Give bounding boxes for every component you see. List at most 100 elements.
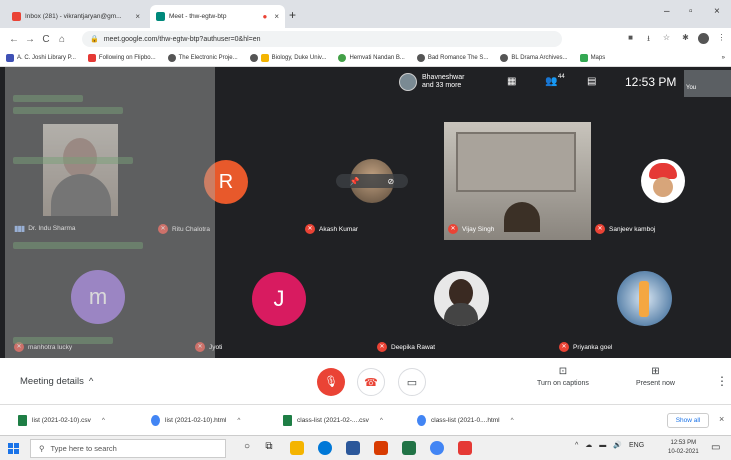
captions-button[interactable]: ⊡ Turn on captions <box>537 366 589 387</box>
tab-close-button[interactable]: × <box>274 12 279 21</box>
participant-label: ✕ Deepika Rawat <box>377 342 435 352</box>
url-field[interactable]: 🔒 meet.google.com/thw-egtw-btp?authuser=… <box>82 31 562 47</box>
bookmark-item[interactable]: A. C. Joshi Library P... <box>0 54 82 62</box>
bookmark-item[interactable]: Following on Flipbo... <box>82 54 162 62</box>
participant-label: ✕ Vijay Singh <box>448 224 494 234</box>
pdf-reader-icon[interactable] <box>458 441 472 455</box>
bookmark-favicon-icon <box>6 54 14 62</box>
show-all-downloads-button[interactable]: Show all <box>667 413 709 428</box>
mic-toggle-button[interactable]: 🎙 <box>317 368 345 396</box>
taskbar-search-input[interactable]: ⚲ Type here to search <box>30 439 226 458</box>
download-item[interactable]: list (2021-02-10).html ^ <box>151 415 240 426</box>
bookmark-item[interactable]: Maps <box>574 54 612 62</box>
extensions-icon[interactable]: ✱ <box>680 33 691 44</box>
task-view-icon[interactable]: ⧉ <box>262 441 276 455</box>
edge-icon[interactable] <box>318 441 332 455</box>
bookmark-favicon-icon <box>87 54 96 62</box>
language-indicator[interactable]: ENG <box>629 442 644 449</box>
overlay-row <box>13 157 133 164</box>
windows-taskbar: ⚲ Type here to search ○ ⧉ ^ ☁ ▬ 🔊 ENG 12… <box>0 435 731 460</box>
chevron-up-icon[interactable]: ^ <box>575 442 578 449</box>
bookmark-item[interactable]: BL Drama Archives... <box>494 54 573 62</box>
minimize-button[interactable]: – <box>664 6 670 17</box>
presenter-chip[interactable]: Bhavneshwar and 33 more <box>399 73 464 91</box>
windows-start-icon[interactable] <box>8 443 19 454</box>
more-bookmarks-icon[interactable]: » <box>716 55 731 61</box>
new-tab-button[interactable]: + <box>289 8 296 22</box>
cortana-icon[interactable]: ○ <box>240 441 254 455</box>
avatar <box>641 159 685 203</box>
present-now-button[interactable]: ⊞ Present now <box>636 366 675 387</box>
word-icon[interactable] <box>346 441 360 455</box>
chat-icon[interactable]: ▤ <box>587 76 596 87</box>
menu-dots-icon[interactable]: ⋮ <box>716 33 727 44</box>
chevron-up-icon[interactable]: ^ <box>237 417 240 424</box>
participant-name: Akash Kumar <box>319 225 359 233</box>
meet-stage: Bhavneshwar and 33 more ▦ 👥 44 ▤ 12:53 P… <box>0 67 731 404</box>
mic-off-icon: ✕ <box>377 342 387 352</box>
captions-label: Turn on captions <box>537 380 589 387</box>
chevron-up-icon: ^ <box>88 376 94 387</box>
taskbar-time: 12:53 PM <box>670 440 697 446</box>
avatar <box>434 271 489 326</box>
bookmark-item[interactable]: Bad Romance The S... <box>411 54 495 62</box>
excel-icon[interactable] <box>402 441 416 455</box>
bookmark-item[interactable]: The Electronic Proje... <box>162 54 244 62</box>
download-item[interactable]: list (2021-02-10).csv ^ <box>18 415 105 426</box>
home-icon[interactable]: ⌂ <box>54 34 70 45</box>
chrome-icon[interactable] <box>430 441 444 455</box>
meeting-clock: 12:53 PM <box>625 75 677 89</box>
download-filename: class-list (2021-02-....csv <box>297 417 369 424</box>
people-icon[interactable]: 👥 <box>545 76 557 87</box>
taskbar-clock[interactable]: 12:53 PM 10-02-2021 <box>668 439 699 457</box>
close-downloads-icon[interactable]: × <box>719 414 724 424</box>
download-filename: class-list (2021-0....html <box>431 417 500 424</box>
address-bar: ← → C ⌂ 🔒 meet.google.com/thw-egtw-btp?a… <box>0 28 731 50</box>
layout-icon[interactable]: ▦ <box>507 76 516 87</box>
meeting-details-button[interactable]: Meeting details ^ <box>20 376 93 387</box>
onedrive-icon[interactable]: ☁ <box>585 441 592 449</box>
window-background <box>456 132 576 192</box>
participant-label: ✕ Priyanka goel <box>559 342 612 352</box>
close-window-button[interactable]: × <box>714 6 720 17</box>
mute-participant-icon[interactable]: ⊘ <box>387 177 394 186</box>
taskbar-date: 10-02-2021 <box>668 449 699 455</box>
chevron-up-icon[interactable]: ^ <box>511 417 514 424</box>
file-explorer-icon[interactable] <box>290 441 304 455</box>
leave-call-button[interactable]: ☎ <box>357 368 385 396</box>
participant-name: Vijay Singh <box>462 225 495 233</box>
system-tray: ^ ☁ ▬ 🔊 ENG <box>575 441 644 450</box>
notifications-icon[interactable]: ▭ <box>711 442 720 453</box>
present-label: Present now <box>636 380 675 387</box>
camera-toggle-button[interactable]: ▭ <box>398 368 426 396</box>
bookmark-item[interactable]: Biology, Duke Univ... <box>244 54 333 62</box>
more-options-icon[interactable]: ⋮ <box>716 374 728 388</box>
powerpoint-icon[interactable] <box>374 441 388 455</box>
download-item[interactable]: class-list (2021-02-....csv ^ <box>283 415 383 426</box>
reload-icon[interactable]: C <box>38 34 54 45</box>
star-icon[interactable]: ☆ <box>661 33 672 44</box>
avatar-deity-figure <box>639 281 649 317</box>
csv-file-icon <box>283 415 292 426</box>
browser-tab-bar: Inbox (281) - vikrantjaryan@gm... × Meet… <box>0 0 731 28</box>
chevron-up-icon[interactable]: ^ <box>102 417 105 424</box>
download-item[interactable]: class-list (2021-0....html ^ <box>417 415 514 426</box>
forward-icon[interactable]: → <box>22 34 38 45</box>
tab-close-button[interactable]: × <box>135 12 140 21</box>
overlay-row <box>13 242 143 249</box>
download-icon[interactable]: ⭳ <box>643 33 654 44</box>
mic-off-icon: ✕ <box>559 342 569 352</box>
tab-meet[interactable]: Meet - thw-egtw-btp ● × <box>150 5 285 28</box>
tab-gmail[interactable]: Inbox (281) - vikrantjaryan@gm... × <box>6 5 146 28</box>
profile-avatar[interactable] <box>698 33 709 44</box>
back-icon[interactable]: ← <box>6 34 22 45</box>
tile-hover-controls: 📌 ⊘ <box>336 174 408 188</box>
bookmark-item[interactable]: Hemvati Nandan B... <box>332 54 410 62</box>
chevron-up-icon[interactable]: ^ <box>380 417 383 424</box>
meeting-details-label: Meeting details <box>20 376 84 387</box>
volume-icon[interactable]: 🔊 <box>613 441 622 449</box>
maximize-button[interactable]: ▫ <box>689 6 693 17</box>
camera-icon[interactable]: ■ <box>625 33 636 44</box>
battery-icon[interactable]: ▬ <box>599 442 606 449</box>
pin-icon[interactable]: 📌 <box>350 177 360 186</box>
